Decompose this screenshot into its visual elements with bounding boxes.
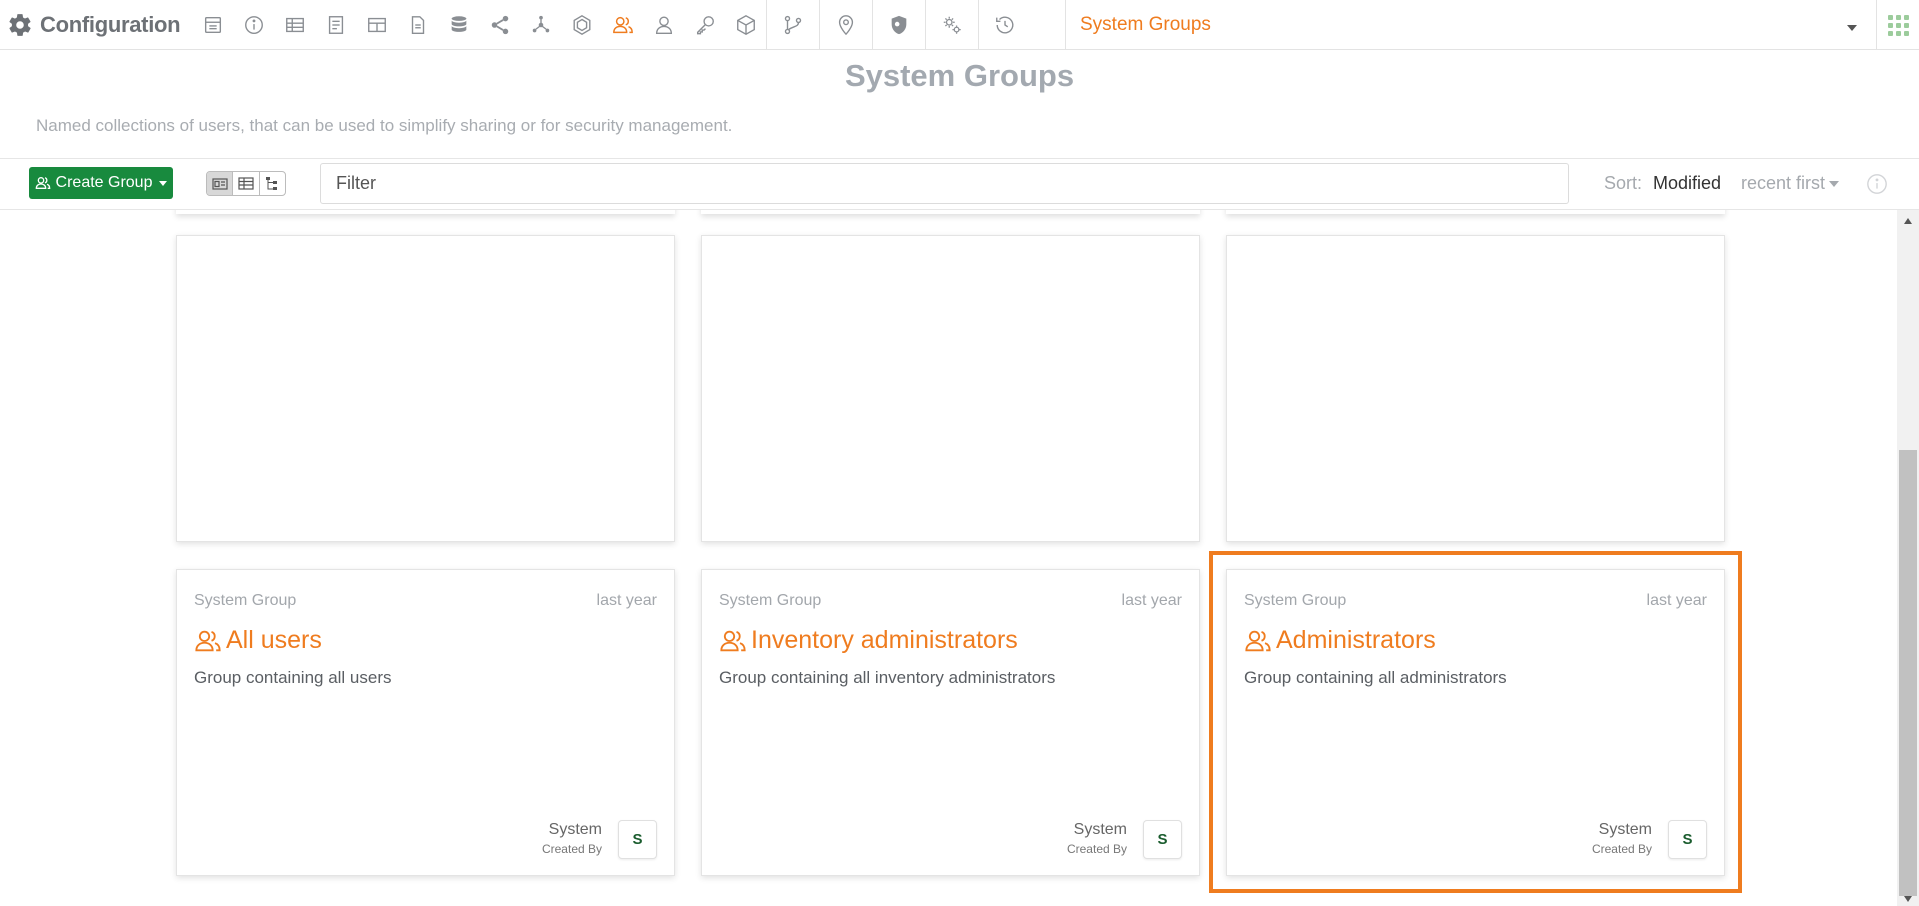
owner-label: Created By [1066,842,1127,856]
card-peek [1226,210,1725,214]
group-card-all-users[interactable]: System Group last year All users Group c… [176,569,675,876]
key-icon[interactable] [684,0,725,50]
network-icon[interactable] [520,0,561,50]
document-icon[interactable] [315,0,356,50]
card-type: System Group [719,592,822,609]
sort-field-select[interactable]: Modified [1653,173,1721,194]
sort-order-select[interactable]: recent first [1741,173,1840,194]
nav-icon-bar [192,0,1031,50]
card-owner: System Created By [542,821,602,856]
page-description: Named collections of users, that can be … [36,116,733,135]
selection-highlight [1209,551,1742,893]
sort-order-label: recent first [1741,173,1826,193]
scrollbar[interactable] [1897,210,1919,906]
database-icon[interactable] [438,0,479,50]
group-card-empty[interactable] [701,235,1200,542]
apps-grid-icon [1887,14,1909,36]
app-title: Configuration [40,11,181,37]
top-navbar: Configuration System Groups [0,0,1919,50]
card-view-icon [212,177,228,190]
card-title-text: Inventory administrators [751,626,1018,654]
info-icon[interactable] [1866,173,1888,195]
card-type: System Group [194,592,297,609]
cube-icon[interactable] [725,0,766,50]
create-group-label: Create Group [55,174,153,191]
users-icon [195,630,221,651]
users-icon[interactable] [602,0,643,50]
info-icon[interactable] [233,0,274,50]
owner-name: System [548,821,602,838]
card-peek [176,210,675,214]
card-modified-time: last year [596,592,657,609]
context-label: System Groups [1080,14,1211,35]
tree-view-button[interactable] [260,172,285,195]
view-toggle [206,171,286,196]
scroll-down-arrow-icon[interactable] [1904,896,1912,902]
card-description: Group containing all inventory administr… [719,668,1056,687]
scroll-thumb[interactable] [1899,450,1917,896]
tree-view-icon [266,176,278,190]
sort-label: Sort: [1604,173,1643,193]
owner-name: System [1073,821,1127,838]
chevron-down-icon [159,180,168,186]
users-icon [720,630,746,651]
file-icon[interactable] [397,0,438,50]
user-icon[interactable] [643,0,684,50]
location-pin-icon[interactable] [820,0,872,50]
group-card-empty[interactable] [176,235,675,542]
chevron-down-icon [1829,180,1840,187]
table-view-icon [238,177,254,190]
group-card-empty[interactable] [1226,235,1725,542]
card-modified-time: last year [1121,592,1182,609]
share-icon[interactable] [479,0,520,50]
page-title: System Groups [844,58,1075,93]
table-view-button[interactable] [233,172,260,195]
history-icon[interactable] [979,0,1031,50]
avatar[interactable]: S [618,820,657,859]
grid-icon[interactable] [356,0,397,50]
table-icon[interactable] [274,0,315,50]
card-peek [701,210,1200,214]
card-view-button[interactable] [207,172,234,195]
card-owner: System Created By [1067,821,1127,856]
dashboard-icon[interactable] [192,0,233,50]
settings-gears-icon[interactable] [926,0,978,50]
owner-label: Created By [541,842,602,856]
toolbar: Create Group Sort: Modified recent first [0,158,1919,210]
create-group-button[interactable]: Create Group [29,167,173,199]
context-selector[interactable]: System Groups [1065,0,1875,50]
hex-icon[interactable] [561,0,602,50]
card-description: Group containing all users [194,668,392,687]
card-title[interactable]: Inventory administrators [719,626,1018,655]
filter-input[interactable] [320,163,1569,204]
card-grid: System Group last year All users Group c… [0,210,1897,906]
brand[interactable]: Configuration [0,0,181,50]
gear-icon [6,11,34,39]
card-title[interactable]: All users [194,626,322,655]
group-card-inventory-administrators[interactable]: System Group last year Inventory adminis… [701,569,1200,876]
branch-icon[interactable] [767,0,819,50]
scroll-up-arrow-icon[interactable] [1904,218,1912,224]
card-title-text: All users [226,626,322,654]
apps-menu-button[interactable] [1876,0,1919,50]
chevron-down-icon [1847,25,1857,31]
shield-icon[interactable] [873,0,925,50]
users-icon [35,177,50,189]
avatar[interactable]: S [1143,820,1182,859]
